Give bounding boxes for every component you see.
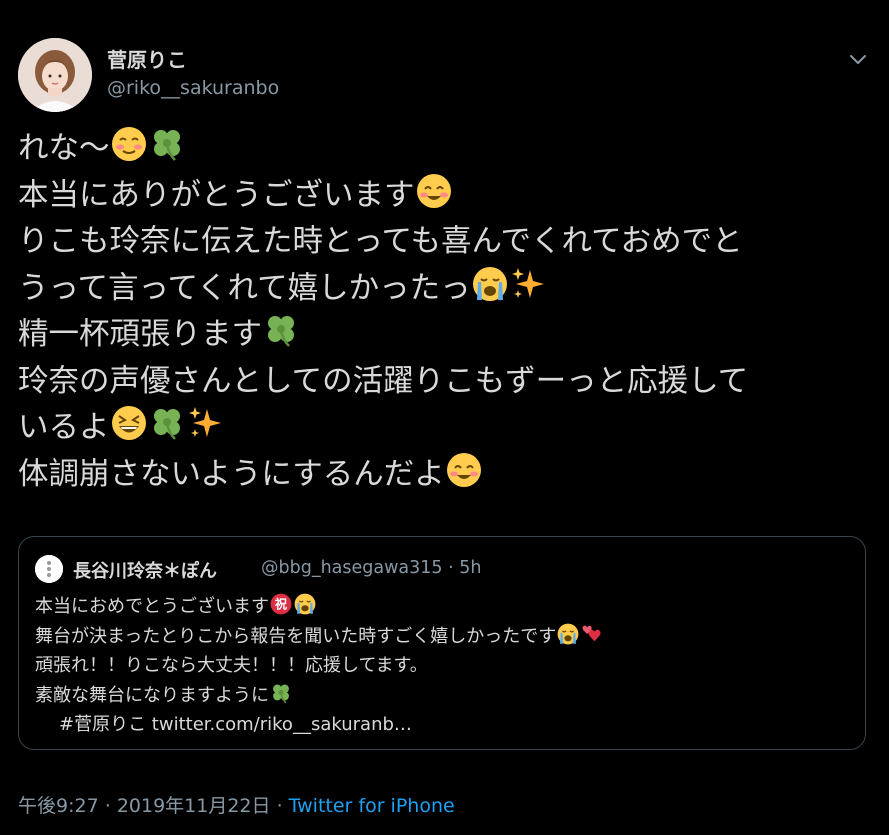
line-text: 本当にありがとうございます: [18, 177, 415, 213]
four-leaf-clover-emoji: [149, 126, 185, 177]
quoted-tweet[interactable]: 長谷川玲奈＊ぽん @bbg_hasegawa315 · 5h 本当におめでとうご…: [18, 536, 866, 750]
text-line: いるよ: [18, 405, 868, 452]
congratulations-emoji: 祝: [270, 593, 292, 625]
line-text: うって言ってくれて嬉しかったっ: [18, 270, 471, 306]
footer-separator: ·: [276, 795, 283, 817]
four-leaf-clover-emoji: [263, 312, 299, 363]
tweet-screenshot: 菅原りこ @riko__sakuranbo れな〜本当にありがとうございますりこ…: [0, 0, 889, 835]
svg-text:祝: 祝: [275, 596, 288, 611]
avatar-photo: [18, 38, 92, 112]
tweet-time[interactable]: 午後9:27: [18, 795, 99, 817]
text-line: れな〜: [18, 126, 868, 173]
text-line: りこも玲奈に伝えた時とっても喜んでくれておめでと: [18, 219, 868, 266]
author-handle[interactable]: @riko__sakuranbo: [107, 77, 279, 99]
text-line: 玲奈の声優さんとしての活躍りこもずーっと応援して: [18, 359, 868, 406]
quoted-author-name[interactable]: 長谷川玲奈＊ぽん: [73, 557, 217, 583]
quoted-author-handle[interactable]: @bbg_hasegawa315: [261, 558, 443, 578]
tweet-source-link[interactable]: Twitter for iPhone: [289, 795, 455, 817]
crying-face-emoji: [294, 593, 316, 625]
author-display-name[interactable]: 菅原りこ: [107, 44, 187, 73]
smiling-eyes-emoji: [416, 173, 452, 224]
smiling-eyes-emoji: [446, 452, 482, 503]
meta-separator: ·: [448, 558, 454, 578]
crying-face-emoji: [557, 623, 579, 655]
crying-face-emoji: [472, 266, 508, 317]
author-avatar[interactable]: [18, 38, 92, 112]
quoted-tweet-text: 本当におめでとうございます祝舞台が決まったとりこから報告を聞いた時すごく嬉しかっ…: [35, 592, 855, 740]
chevron-down-icon[interactable]: [846, 48, 870, 72]
line-text: 舞台が決まったとりこから報告を聞いた時すごく嬉しかったです: [35, 625, 557, 647]
quoted-tweet-link[interactable]: #菅原りこ twitter.com/riko__sakuranb…: [35, 710, 855, 740]
tweet-header: 菅原りこ @riko__sakuranbo: [18, 38, 878, 114]
quoted-tweet-time[interactable]: 5h: [459, 558, 481, 578]
two-hearts-emoji: [581, 623, 603, 655]
line-text: 精一杯頑張ります: [18, 317, 262, 352]
line-text: 本当におめでとうございます: [35, 596, 269, 617]
four-leaf-clover-emoji: [149, 405, 185, 456]
line-text: 頑張れ！！りこなら大丈夫！！！応援してます。: [35, 655, 428, 676]
line-text: りこも玲奈に伝えた時とっても喜んでくれておめでと: [18, 224, 743, 259]
four-leaf-clover-emoji: [270, 682, 292, 714]
grinning-squinting-emoji: [111, 405, 147, 456]
line-text: 素敵な舞台になりますように: [35, 684, 269, 706]
line-text: 体調崩さないようにするんだよ: [18, 456, 445, 492]
line-text: 玲奈の声優さんとしての活躍りこもずーっと応援して: [18, 363, 749, 399]
text-line: うって言ってくれて嬉しかったっ: [18, 266, 868, 313]
tweet-date[interactable]: 2019年11月22日: [117, 795, 271, 817]
text-line: 舞台が決まったとりこから報告を聞いた時すごく嬉しかったです: [35, 622, 855, 652]
quoted-author-avatar[interactable]: [35, 555, 63, 583]
blushing-smile-emoji: [111, 126, 147, 177]
text-line: 本当にありがとうございます: [18, 173, 868, 220]
text-line: 体調崩さないようにするんだよ: [18, 452, 868, 499]
quoted-tweet-meta: @bbg_hasegawa315 · 5h: [261, 558, 482, 578]
sparkles-emoji: [187, 405, 223, 456]
text-line: 本当におめでとうございます祝: [35, 592, 855, 622]
text-line: 頑張れ！！りこなら大丈夫！！！応援してます。: [35, 651, 855, 681]
tweet-footer: 午後9:27 · 2019年11月22日 · Twitter for iPhon…: [18, 791, 455, 818]
sparkles-emoji: [510, 266, 546, 317]
tweet-text: れな〜本当にありがとうございますりこも玲奈に伝えた時とっても喜んでくれておめでと…: [18, 126, 868, 498]
text-line: 精一杯頑張ります: [18, 312, 868, 359]
footer-separator: ·: [104, 795, 111, 817]
line-text: いるよ: [18, 410, 110, 445]
text-line: 素敵な舞台になりますように: [35, 681, 855, 711]
line-text: れな〜: [18, 131, 110, 166]
